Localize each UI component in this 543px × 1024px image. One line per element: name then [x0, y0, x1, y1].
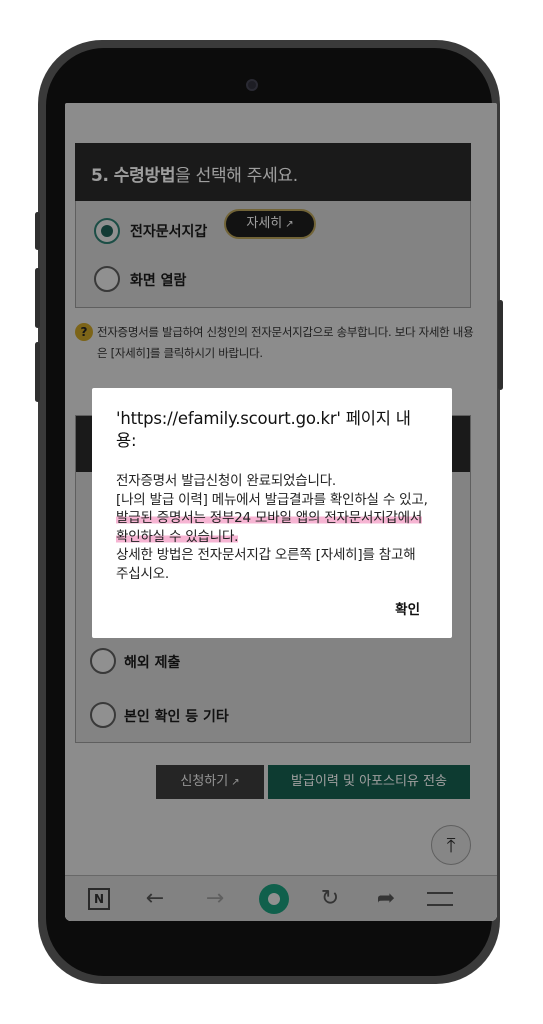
- dialog-message: 전자증명서 발급신청이 완료되었습니다. [나의 발급 이력] 메뉴에서 발급결…: [116, 472, 428, 583]
- side-button-volume-down: [35, 342, 40, 402]
- side-button-power: [498, 300, 503, 390]
- dialog-line-complete: 전자증명서 발급신청이 완료되었습니다.: [116, 473, 337, 489]
- alert-dialog: 'https://efamily.scourt.go.kr' 페이지 내용: 전…: [92, 388, 452, 638]
- dialog-line-history-text: [나의 발급 이력] 메뉴에서 발급결과를 확인하실 수 있고,: [116, 491, 428, 508]
- dialog-ok-button[interactable]: 확인: [395, 598, 420, 618]
- dialog-line-history: [나의 발급 이력] 메뉴에서 발급결과를 확인하실 수 있고, 발급된 증명서…: [116, 491, 428, 547]
- dialog-highlight: 발급된 증명서는 정부24 모바일 앱의 전자문서지갑에서 확인하실 수 있습니…: [116, 510, 423, 545]
- screen: 5. 수령방법을 선택해 주세요. 전자문서지갑 자세히 ↗ 화면 열람 ? 전자…: [65, 103, 497, 921]
- dialog-title: 'https://efamily.scourt.go.kr' 페이지 내용:: [116, 409, 411, 450]
- front-camera: [246, 79, 258, 91]
- dialog-line-detail: 상세한 방법은 전자문서지갑 오른쪽 [자세히]를 참고해 주십시오.: [116, 547, 416, 582]
- side-button-silent: [35, 212, 40, 250]
- side-button-volume-up: [35, 268, 40, 328]
